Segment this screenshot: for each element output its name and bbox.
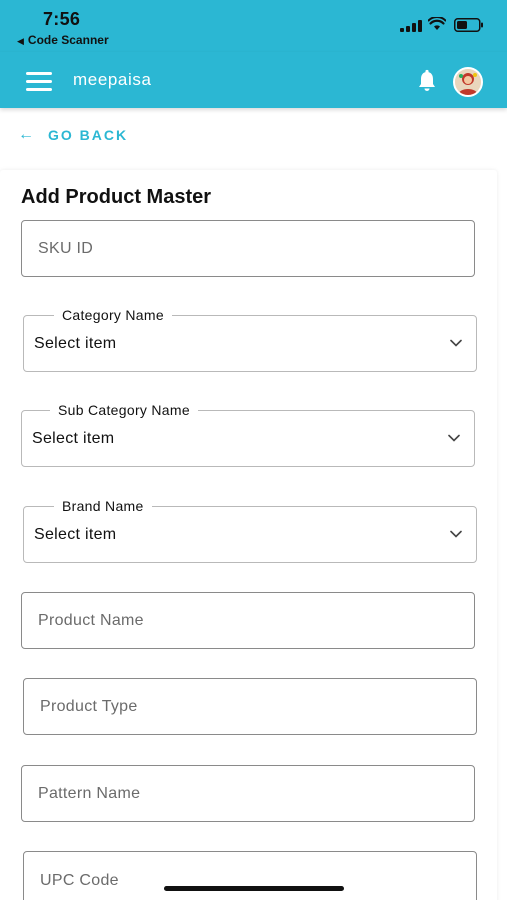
chevron-down-icon	[450, 530, 462, 538]
go-back-button[interactable]: ← GO BACK	[18, 125, 128, 145]
status-time: 7:56	[43, 9, 81, 29]
chevron-down-icon	[448, 434, 460, 442]
upc-code-input[interactable]: UPC Code	[23, 851, 477, 900]
app-header: meepaisa	[0, 52, 507, 108]
go-back-label: GO BACK	[48, 127, 129, 143]
avatar[interactable]	[453, 67, 483, 97]
product-type-input[interactable]: Product Type	[23, 678, 477, 735]
bell-icon[interactable]	[416, 69, 438, 93]
back-to-app-link[interactable]: ◀ Code Scanner	[17, 33, 109, 47]
back-app-label: Code Scanner	[27, 33, 109, 47]
user-avatar-icon	[455, 69, 481, 95]
brand-name-select[interactable]: Brand Name Select item	[23, 498, 477, 563]
pattern-name-placeholder: Pattern Name	[38, 784, 141, 802]
status-bar: 7:56 ◀ Code Scanner	[0, 0, 507, 52]
sku-id-input[interactable]: SKU ID	[21, 220, 475, 277]
sku-id-placeholder: SKU ID	[38, 239, 94, 257]
battery-icon	[454, 18, 483, 32]
page-title: Add Product Master	[21, 186, 212, 208]
product-name-placeholder: Product Name	[38, 611, 144, 629]
chevron-down-icon	[450, 339, 462, 347]
pattern-name-input[interactable]: Pattern Name	[21, 765, 475, 822]
app-title: meepaisa	[73, 70, 152, 89]
category-name-value: Select item	[34, 334, 117, 352]
product-type-placeholder: Product Type	[40, 697, 138, 715]
cellular-signal-icon	[400, 20, 422, 32]
arrow-left-icon: ←	[18, 126, 34, 143]
sub-category-name-value: Select item	[32, 429, 115, 447]
category-name-select[interactable]: Category Name Select item	[23, 307, 477, 372]
upc-code-placeholder: UPC Code	[40, 871, 119, 889]
sub-category-name-select[interactable]: Sub Category Name Select item	[21, 402, 475, 467]
product-name-input[interactable]: Product Name	[21, 592, 475, 649]
back-triangle-icon: ◀	[17, 36, 24, 46]
hamburger-menu-icon[interactable]	[26, 72, 52, 92]
wifi-icon	[428, 17, 446, 30]
home-indicator	[164, 886, 344, 891]
brand-name-value: Select item	[34, 525, 117, 543]
